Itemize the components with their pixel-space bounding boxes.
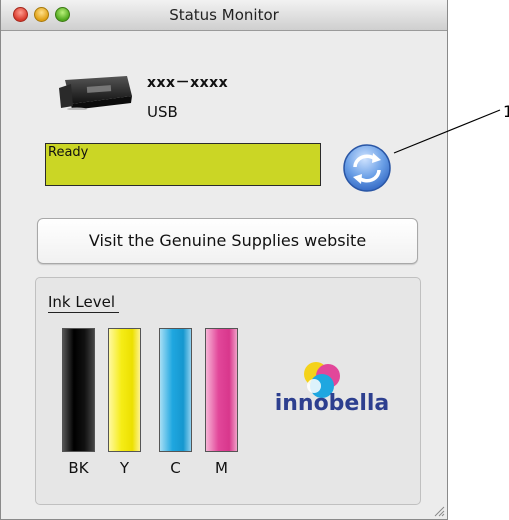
- status-display: Ready: [45, 143, 321, 186]
- title-bar[interactable]: Status Monitor: [1, 0, 447, 31]
- visit-supplies-website-button[interactable]: Visit the Genuine Supplies website: [37, 218, 418, 264]
- printer-icon: [59, 76, 132, 110]
- status-monitor-window: Status Monitor xxx－xxxx USB Ready Visit …: [0, 0, 448, 520]
- ink-bar-yellow: [108, 328, 141, 452]
- status-text: Ready: [48, 145, 89, 160]
- ink-bar-black: [62, 328, 95, 452]
- window-title: Status Monitor: [169, 6, 279, 24]
- ink-bar-cyan: [159, 328, 192, 452]
- callout-number: 1: [503, 102, 509, 121]
- refresh-icon[interactable]: [339, 143, 395, 193]
- device-model-label: xxx－xxxx: [147, 75, 229, 91]
- ink-bar-magenta: [205, 328, 238, 452]
- innobella-logo: innobella: [275, 362, 390, 416]
- ink-label-bk: BK: [68, 459, 89, 477]
- connection-type-label: USB: [147, 103, 178, 121]
- ink-label-y: Y: [119, 459, 130, 477]
- resize-grip-icon[interactable]: [433, 505, 445, 517]
- ink-label-c: C: [170, 459, 181, 477]
- innobella-logo-text: innobella: [275, 391, 390, 416]
- ink-level-panel: Ink Level BK Y C M innobella: [35, 277, 421, 505]
- ink-level-heading: Ink Level: [48, 293, 119, 313]
- ink-label-m: M: [215, 459, 228, 477]
